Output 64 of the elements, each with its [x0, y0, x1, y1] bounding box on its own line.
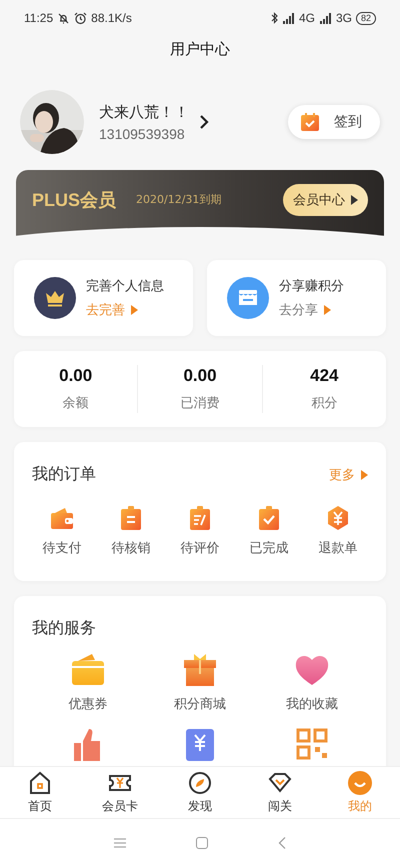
stat-value: 424 — [310, 366, 338, 386]
stat-label: 余额 — [62, 395, 89, 412]
signal-icon — [282, 12, 295, 24]
back-icon[interactable] — [278, 836, 286, 848]
stat-value: 0.00 — [59, 366, 92, 386]
membership-title: PLUS会员 — [32, 189, 116, 212]
task-card[interactable]: 完善个人信息 去完善 — [14, 260, 193, 336]
phone-number: 13109539398 — [99, 126, 186, 142]
task-title: 完善个人信息 — [86, 278, 164, 295]
status-time: 11:25 — [24, 11, 54, 25]
task-title: 分享赚积分 — [279, 278, 344, 295]
qr-code-icon — [296, 727, 328, 761]
crown-icon — [34, 277, 76, 319]
tab[interactable]: 闯关 — [240, 767, 320, 818]
yen-card-icon — [186, 727, 214, 761]
gift-box-icon — [182, 653, 218, 687]
service-item[interactable]: 我的收藏 — [256, 653, 368, 713]
wallet-icon — [50, 505, 74, 531]
chevron-right-icon[interactable] — [199, 114, 209, 130]
task-action: 去完善 — [86, 301, 164, 319]
card-icon — [70, 653, 106, 687]
member-center-button[interactable]: 会员中心 — [283, 184, 368, 216]
heart-icon — [294, 653, 330, 687]
signal-icon — [318, 12, 332, 24]
order-status-item[interactable]: 退款单 — [308, 505, 368, 557]
smile-icon — [348, 771, 372, 795]
order-status-item[interactable]: 已完成 — [239, 505, 299, 557]
alarm-icon — [74, 12, 88, 24]
order-status-item[interactable]: 待评价 — [170, 505, 230, 557]
stat-label: 已消费 — [180, 395, 220, 412]
page-title: 用户中心 — [169, 39, 231, 60]
calendar-check-icon — [300, 112, 320, 132]
store-icon — [227, 277, 269, 319]
order-status-item[interactable]: 待支付 — [32, 505, 92, 557]
home-button-icon[interactable] — [196, 836, 208, 848]
section-title: 我的服务 — [32, 618, 97, 639]
tab[interactable]: 会员卡 — [80, 767, 160, 818]
network-type: 3G — [336, 11, 352, 25]
bluetooth-icon — [270, 12, 278, 24]
service-item[interactable]: 积分商城 — [144, 653, 256, 713]
network-type: 4G — [298, 11, 315, 25]
service-item[interactable]: 优惠券 — [32, 653, 144, 713]
check-in-button[interactable]: 签到 — [288, 105, 380, 139]
home-icon — [28, 771, 52, 795]
task-action: 去分享 — [279, 301, 344, 319]
tab[interactable]: 首页 — [0, 767, 80, 818]
compass-icon — [188, 771, 212, 795]
bell-off-icon — [57, 12, 70, 24]
tab[interactable]: 发现 — [160, 767, 240, 818]
network-speed: 88.1K/s — [91, 11, 132, 25]
section-title: 我的订单 — [32, 464, 96, 485]
clipboard-icon — [119, 505, 143, 531]
stat-value: 0.00 — [183, 366, 217, 386]
stat-label: 积分 — [311, 395, 338, 412]
order-status-item[interactable]: 待核销 — [101, 505, 161, 557]
clipboard-edit-icon — [188, 505, 212, 531]
yen-hexagon-icon — [326, 505, 350, 531]
user-name: 犬来八荒！！ — [99, 102, 189, 122]
thumbs-up-icon — [73, 727, 103, 761]
menu-icon[interactable] — [114, 838, 126, 848]
clipboard-check-icon — [257, 505, 281, 531]
task-card[interactable]: 分享赚积分 去分享 — [207, 260, 386, 336]
expiry-date: 2020/12/31到期 — [136, 192, 222, 208]
battery-level: 82 — [356, 12, 376, 24]
